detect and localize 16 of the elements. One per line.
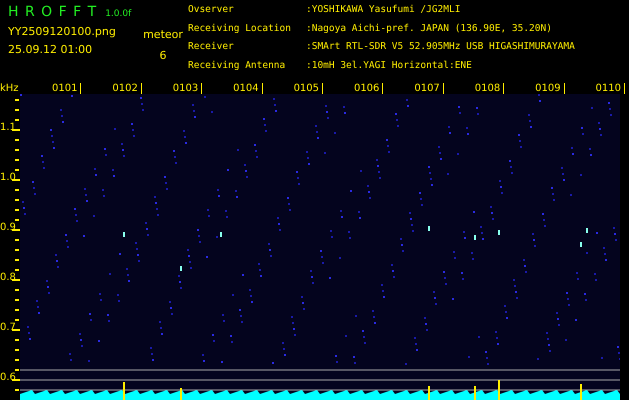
axis-label: 0.7 bbox=[0, 322, 16, 333]
info-label: Receiver bbox=[188, 41, 235, 54]
info-label: Receiving Antenna bbox=[188, 60, 286, 72]
app-version: 1.0.0f bbox=[105, 9, 132, 19]
info-value: :SMArt RTL-SDR V5 52.905MHz USB HIGASHIMURAYAMA bbox=[306, 41, 575, 54]
info-value: :YOSHIKAWA Yasufumi /JG2MLI bbox=[306, 4, 462, 17]
axis-label: 0.9 bbox=[0, 222, 16, 233]
app-title: H R O F F T bbox=[8, 4, 98, 20]
unit-label: kHz bbox=[0, 83, 20, 94]
date-time: 25.09.12 01:00 bbox=[8, 43, 94, 56]
meteor-count: 6 bbox=[160, 49, 166, 62]
info-label: Ovserver bbox=[188, 4, 235, 17]
info-value: :10mH 3el.YAGI Horizontal:ENE bbox=[306, 60, 473, 72]
mode-label: meteor bbox=[143, 28, 183, 41]
info-label: Receiving Location bbox=[188, 22, 292, 36]
info-value: :Nagoya Aichi-pref. JAPAN (136.90E, 35.20N) bbox=[306, 22, 553, 36]
